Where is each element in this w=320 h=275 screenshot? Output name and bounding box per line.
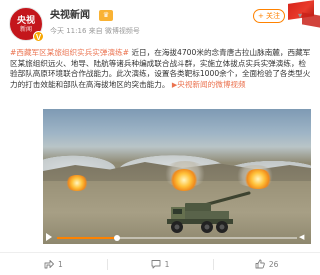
hashtag-link[interactable]: #西藏军区某旅组织实兵实弹演练# — [10, 48, 129, 57]
action-bar: 1 1 26 — [0, 252, 320, 275]
avatar-line1: 央视 — [16, 15, 35, 26]
progress-fill — [57, 237, 117, 239]
post-source[interactable]: 微博视频号 — [105, 27, 140, 35]
chevron-down-icon[interactable]: ▾ — [295, 11, 305, 21]
source-prefix: 来自 — [88, 27, 103, 35]
thumbs-up-icon — [255, 259, 265, 269]
artillery-truck — [167, 191, 251, 233]
explosion — [65, 175, 89, 191]
progress-knob[interactable] — [114, 235, 120, 241]
like-button[interactable]: 26 — [213, 253, 320, 275]
video-player[interactable] — [43, 109, 311, 244]
post-text: #西藏军区某旅组织实兵实弹演练# 近日，在海拔4700米的念青唐古拉山脉南麓，西… — [10, 48, 312, 90]
post-meta: 今天 11:16 来自 微博视频号 — [50, 27, 140, 36]
explosion — [169, 169, 199, 191]
avatar-line2: 新闻 — [19, 25, 32, 33]
follow-button[interactable]: + 关注 — [253, 9, 285, 23]
vip-crown-icon: ♛ — [99, 10, 113, 21]
weibo-post-card: 央视 新闻 V 央视新闻 ♛ 今天 11:16 来自 微博视频号 + 关注 ▾ … — [0, 0, 320, 275]
comment-button[interactable]: 1 — [106, 253, 214, 275]
comment-count: 1 — [164, 259, 170, 269]
video-controls: ◀ — [43, 233, 311, 244]
share-icon — [44, 260, 54, 269]
share-count: 1 — [57, 259, 63, 269]
account-name[interactable]: 央视新闻 — [50, 9, 90, 22]
explosion — [243, 169, 273, 189]
volume-icon[interactable]: ◀ — [299, 233, 308, 242]
share-button[interactable]: 1 — [0, 253, 107, 275]
play-icon[interactable] — [46, 233, 52, 241]
post-time: 今天 11:16 — [50, 27, 87, 35]
verified-badge-icon: V — [33, 31, 44, 42]
comment-icon — [151, 260, 161, 269]
like-count: 26 — [268, 259, 279, 269]
video-link[interactable]: ▶央视新闻的微博视频 — [172, 80, 246, 89]
video-link-label: 央视新闻的微博视频 — [177, 79, 246, 89]
progress-bar[interactable] — [57, 235, 297, 241]
